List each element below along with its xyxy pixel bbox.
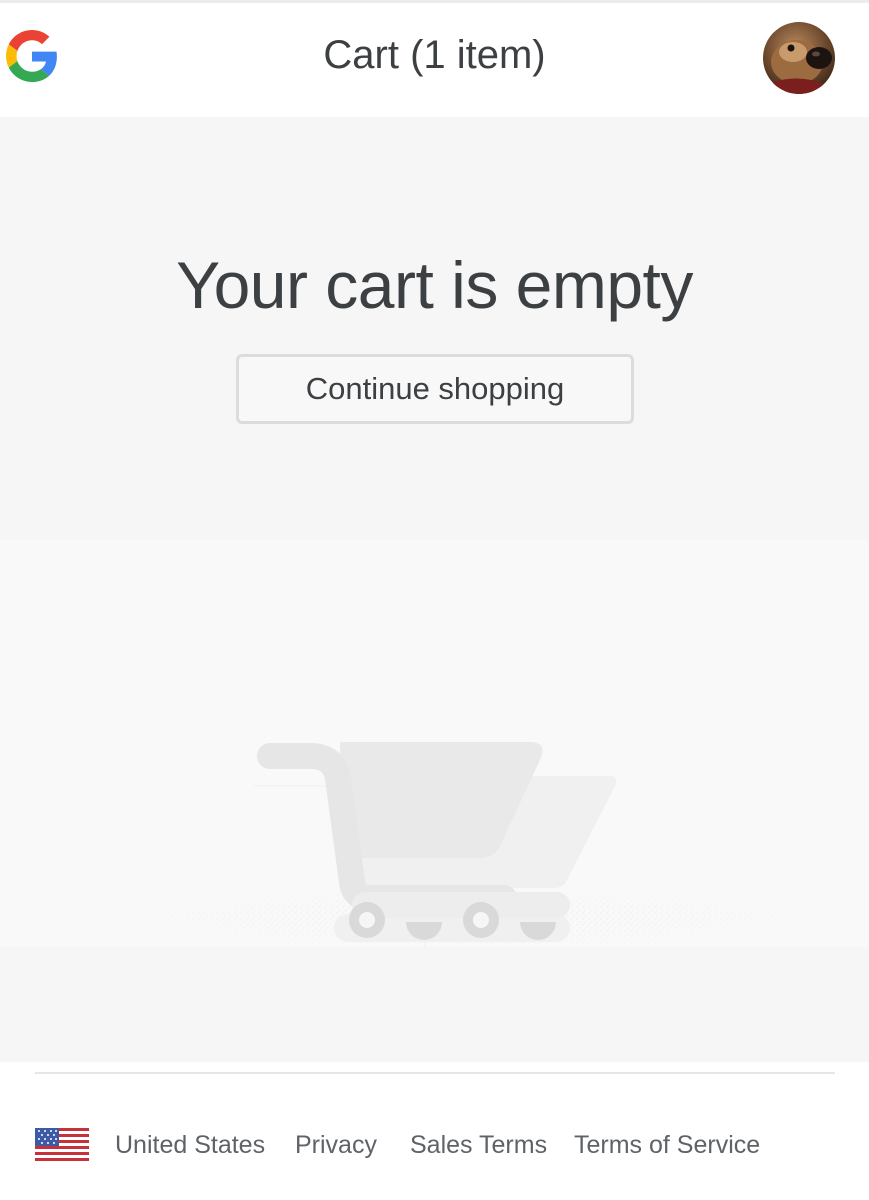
continue-shopping-button[interactable]: Continue shopping — [236, 354, 634, 424]
empty-cart-heading: Your cart is empty — [176, 248, 693, 322]
us-flag-icon[interactable] — [35, 1128, 89, 1164]
footer-link-privacy[interactable]: Privacy — [295, 1128, 377, 1162]
avatar-image — [763, 22, 835, 94]
avatar[interactable] — [763, 22, 835, 94]
empty-cart-illustration-area — [0, 540, 869, 950]
cart-item-count: (1 item) — [410, 33, 546, 77]
footer-link-terms-of-service[interactable]: Terms of Service — [574, 1128, 760, 1162]
main-content: Your cart is empty Continue shopping — [0, 117, 869, 1062]
footer-link-country[interactable]: United States — [115, 1128, 265, 1162]
page: Cart (1 item) Your cart is empty Continu… — [0, 0, 869, 1200]
header: Cart (1 item) — [0, 0, 869, 117]
page-title: Cart (1 item) — [0, 31, 869, 79]
shopping-cart-icon — [90, 742, 850, 950]
footer: United States Privacy Sales Terms Terms … — [0, 1062, 869, 1200]
footer-link-sales-terms[interactable]: Sales Terms — [410, 1128, 547, 1162]
page-title-text: Cart — [323, 33, 399, 77]
footer-divider — [35, 1072, 835, 1074]
